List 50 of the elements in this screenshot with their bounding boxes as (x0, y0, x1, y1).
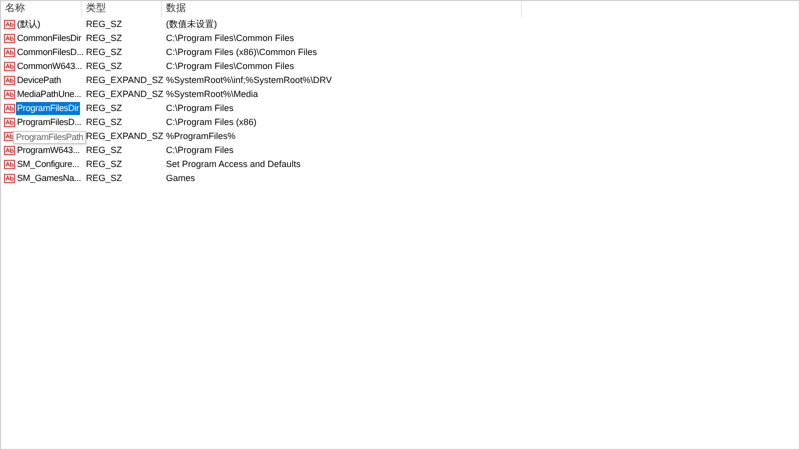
value-type: REG_SZ (86, 173, 122, 183)
value-name[interactable]: CommonFilesD... (16, 46, 85, 58)
value-type: REG_SZ (86, 159, 122, 169)
value-name[interactable]: DevicePath (16, 74, 62, 86)
value-data: %SystemRoot%\Media (166, 89, 258, 99)
value-data: %SystemRoot%\inf;%SystemRoot%\DRV (166, 75, 332, 85)
value-type: REG_EXPAND_SZ (86, 75, 164, 85)
value-name[interactable]: MediaPathUne... (16, 88, 82, 100)
value-data: C:\Program Files (166, 145, 234, 155)
value-name[interactable]: (默认) (16, 18, 42, 30)
value-name[interactable]: CommonW643... (16, 60, 83, 72)
string-value-icon (4, 88, 15, 100)
value-name[interactable]: CommonFilesDir (16, 32, 82, 44)
string-value-icon (4, 116, 15, 128)
string-value-icon (4, 32, 15, 44)
value-name[interactable]: ProgramW643... (16, 144, 81, 156)
value-type: REG_SZ (86, 61, 122, 71)
string-value-icon (4, 46, 15, 58)
value-data: C:\Program Files\Common Files (166, 61, 294, 71)
column-header[interactable]: 数据 (162, 1, 522, 17)
value-data: Set Program Access and Defaults (166, 159, 301, 169)
value-type: REG_SZ (86, 117, 122, 127)
string-value-icon (4, 102, 15, 114)
value-name[interactable]: SM_Configure... (16, 158, 80, 170)
value-type: REG_EXPAND_SZ (86, 89, 164, 99)
value-data: C:\Program Files (x86) (166, 117, 257, 127)
value-data: C:\Program Files (166, 103, 234, 113)
value-data: (数值未设置) (166, 18, 217, 30)
value-type: REG_SZ (86, 33, 122, 43)
value-name[interactable]: SM_GamesNa... (16, 172, 82, 184)
string-value-icon (4, 172, 15, 184)
column-header[interactable]: 名称 (1, 1, 82, 17)
tooltip: ProgramFilesPath (13, 130, 86, 144)
value-type: REG_SZ (86, 145, 122, 155)
value-type: REG_SZ (86, 103, 122, 113)
string-value-icon (4, 18, 15, 30)
value-data: C:\Program Files\Common Files (166, 33, 294, 43)
value-name[interactable]: ProgramFilesD... (16, 116, 82, 128)
value-type: REG_EXPAND_SZ (86, 131, 164, 141)
value-name[interactable]: ProgramFilesDir (16, 102, 80, 114)
string-value-icon (4, 158, 15, 170)
value-data: %ProgramFiles% (166, 131, 236, 141)
column-header[interactable]: 类型 (82, 1, 162, 17)
string-value-icon (4, 144, 15, 156)
value-data: Games (166, 173, 196, 183)
string-value-icon (4, 60, 15, 72)
string-value-icon (4, 74, 15, 86)
value-type: REG_SZ (86, 19, 122, 29)
value-type: REG_SZ (86, 47, 122, 57)
value-data: C:\Program Files (x86)\Common Files (166, 47, 318, 57)
